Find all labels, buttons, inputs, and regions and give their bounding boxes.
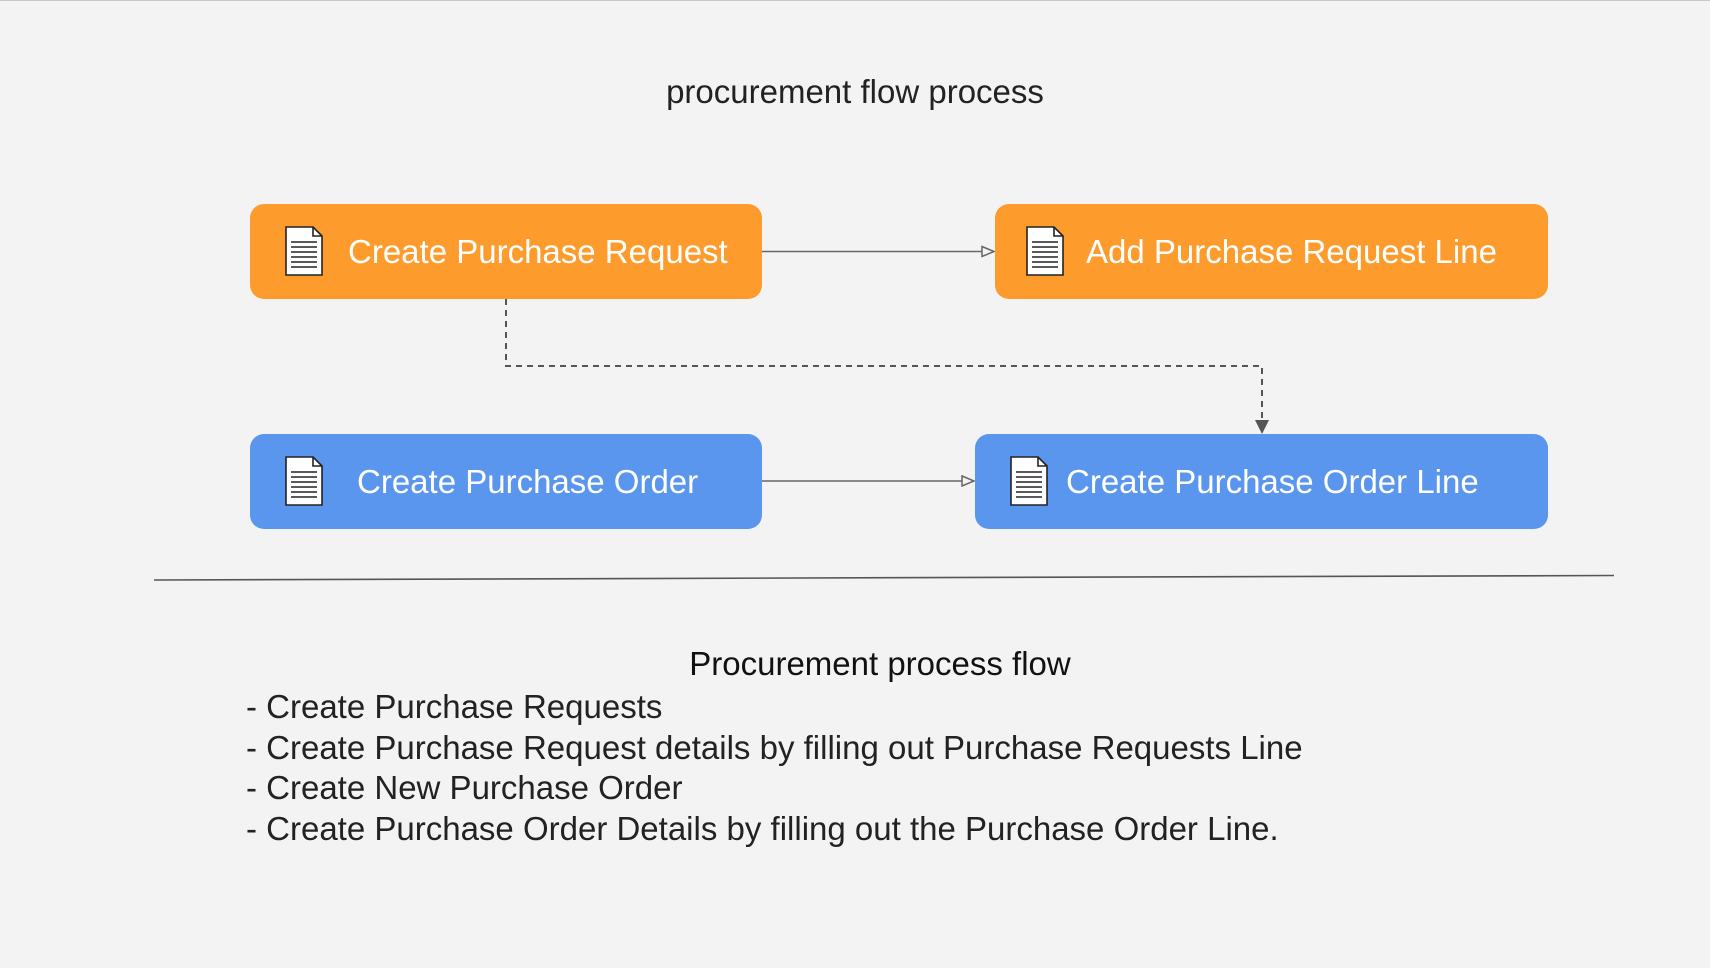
list-item: - Create Purchase Requests [246,688,663,725]
document-icon [285,456,323,506]
node-label: Add Purchase Request Line [1086,233,1497,270]
notes-list: - Create Purchase Requests - Create Purc… [246,687,1303,849]
node-create-purchase-order[interactable]: Create Purchase Order [250,434,762,529]
node-add-purchase-request-line[interactable]: Add Purchase Request Line [995,204,1548,299]
node-label: Create Purchase Order [357,463,699,500]
document-icon [1010,456,1048,506]
node-label: Create Purchase Order Line [1066,463,1479,500]
list-item: - Create Purchase Order Details by filli… [246,809,1279,847]
edge-request-to-order-line [505,299,1269,434]
node-create-purchase-request[interactable]: Create Purchase Request [250,204,762,299]
node-create-purchase-order-line[interactable]: Create Purchase Order Line [975,434,1548,529]
notes-heading: Procurement process flow [689,645,1071,682]
document-icon [1026,226,1064,276]
section-divider [154,574,1614,581]
document-icon [285,226,323,276]
list-item: - Create New Purchase Order [246,769,683,806]
node-label: Create Purchase Request [348,233,728,270]
list-item: - Create Purchase Request details by fil… [246,728,1303,766]
